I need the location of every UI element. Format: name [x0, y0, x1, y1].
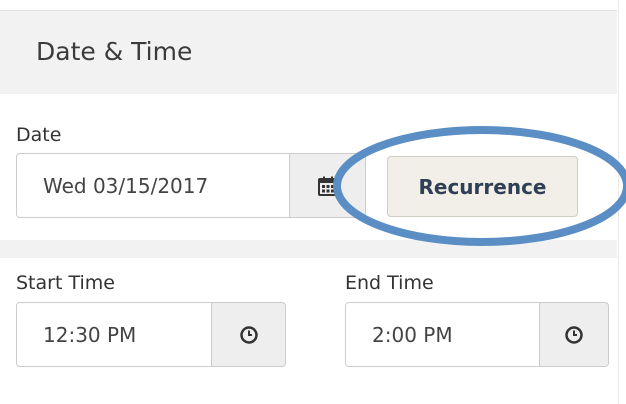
end-time-picker-button[interactable] — [540, 302, 609, 367]
calendar-icon — [317, 176, 338, 196]
date-picker-button[interactable] — [290, 153, 366, 218]
top-edge — [0, 0, 626, 10]
section-title: Date & Time — [36, 37, 193, 66]
clock-icon — [239, 325, 258, 344]
clock-icon — [565, 325, 583, 344]
start-time-picker-button[interactable] — [212, 302, 286, 367]
date-label: Date — [16, 124, 62, 146]
section-header: Date & Time — [0, 10, 617, 94]
row-separator — [0, 240, 617, 258]
recurrence-button[interactable]: Recurrence — [387, 156, 578, 217]
date-input[interactable]: Wed 03/15/2017 — [16, 153, 290, 218]
end-time-input[interactable]: 2:00 PM — [345, 302, 540, 367]
start-time-input[interactable]: 12:30 PM — [16, 302, 212, 367]
end-time-label: End Time — [345, 272, 434, 294]
date-time-panel: Date & Time Date Wed 03/15/2017 Recurren… — [0, 0, 626, 404]
right-edge — [618, 0, 626, 404]
start-time-label: Start Time — [16, 272, 115, 294]
